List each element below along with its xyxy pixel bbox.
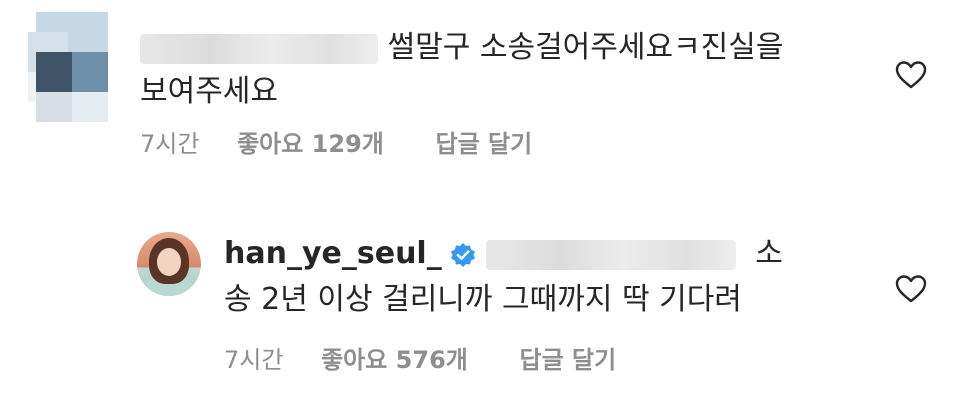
comment-text: 썰말구 소송걸어주세요ㅋ진실을 [387, 30, 784, 65]
commenter-username-blurred[interactable] [140, 33, 378, 64]
heart-outline-icon[interactable] [895, 274, 927, 304]
reply-text-line-2: 송 2년 이상 걸리니까 그때까지 딱 기다려 [224, 282, 742, 317]
comment-meta: 7시간 좋아요 129개 답글 달기 [140, 128, 532, 160]
reply-text-line-1: han_ye_seul_ 소 [224, 234, 783, 274]
comment-1: 썰말구 소송걸어주세요ㅋ진실을 보여주세요 7시간 좋아요 129개 답글 달기 [0, 0, 960, 200]
commenter-avatar-blurred[interactable] [28, 12, 108, 122]
comment-text-line-2: 보여주세요 [140, 74, 278, 109]
comment-text-line-1: 썰말구 소송걸어주세요ㅋ진실을 [140, 28, 783, 68]
comment-2: han_ye_seul_ 소 송 2년 이상 걸리니까 그때까지 딱 기다려 7… [0, 212, 960, 404]
username-link[interactable]: han_ye_seul_ [224, 236, 442, 271]
likes-count[interactable]: 좋아요 576개 [321, 344, 468, 376]
likes-count[interactable]: 좋아요 129개 [237, 128, 384, 160]
heart-outline-icon[interactable] [895, 60, 927, 90]
timestamp: 7시간 [224, 346, 284, 374]
reply-meta: 7시간 좋아요 576개 답글 달기 [224, 344, 616, 376]
reply-text: 소 [755, 236, 783, 271]
reply-button[interactable]: 답글 달기 [436, 128, 533, 160]
reply-button[interactable]: 답글 달기 [520, 344, 617, 376]
verified-badge-icon [450, 242, 476, 268]
mentioned-username-blurred[interactable] [485, 239, 736, 270]
avatar[interactable] [137, 232, 201, 296]
timestamp: 7시간 [140, 130, 200, 158]
